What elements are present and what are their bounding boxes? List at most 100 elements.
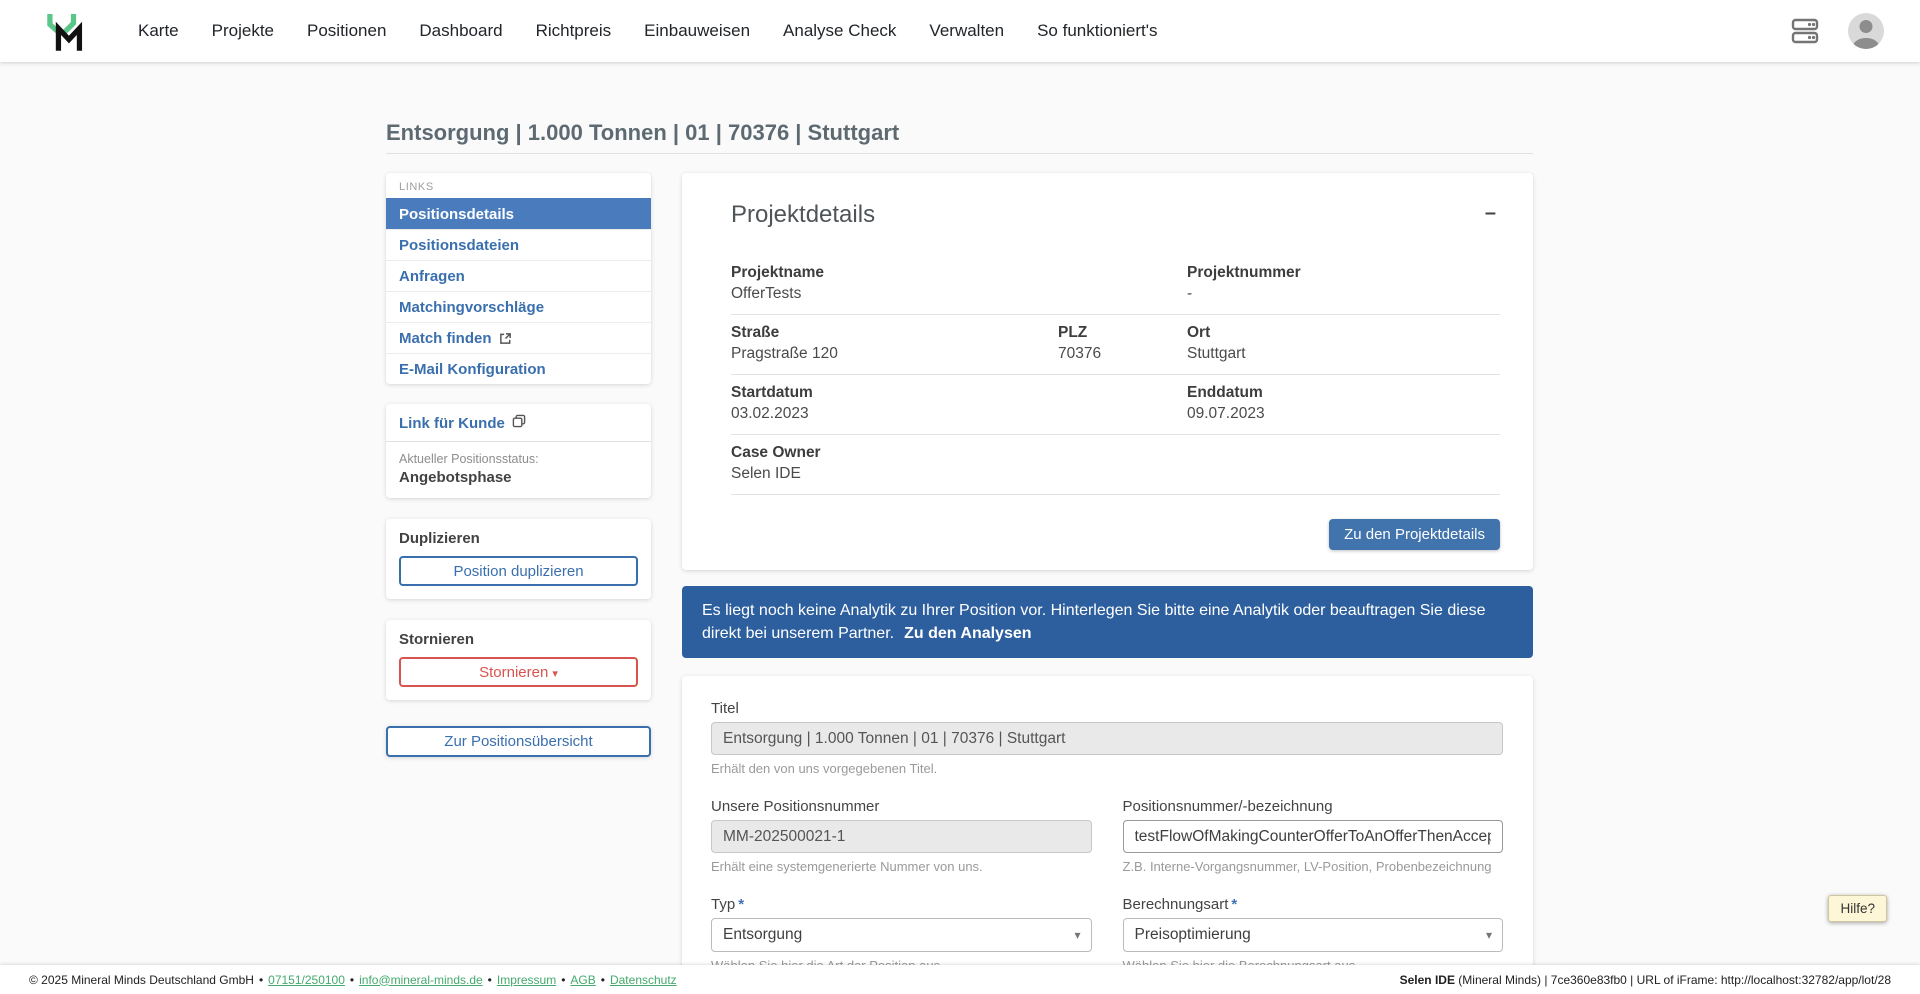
plz-label: PLZ (1058, 324, 1088, 341)
positionsbezeichnung-input[interactable] (1122, 820, 1503, 853)
case-owner-label: Case Owner (731, 444, 821, 461)
page-content: Entsorgung | 1.000 Tonnen | 01 | 70376 |… (386, 62, 1533, 994)
main-menu: Karte Projekte Positionen Dashboard Rich… (138, 21, 1158, 41)
go-to-project-details-button[interactable]: Zu den Projektdetails (1329, 519, 1500, 550)
cancel-card: Stornieren Stornieren ▾ (386, 620, 651, 700)
copy-icon (512, 414, 526, 432)
analytics-info-banner: Es liegt noch keine Analytik zu Ihrer Po… (682, 586, 1533, 658)
nav-item-analyse-check[interactable]: Analyse Check (783, 21, 896, 41)
footer-user-name: Selen IDE (1399, 972, 1455, 987)
typ-label: Typ * (711, 896, 745, 913)
customer-link-card: Link für Kunde Aktueller Positionsstatus… (386, 404, 651, 498)
project-details-title: Projektdetails (731, 201, 876, 228)
strasse-value: Pragstraße 120 (731, 345, 838, 362)
unsere-positionsnummer-helper: Erhält eine systemgenerierte Nummer von … (711, 859, 983, 874)
external-link-icon (499, 332, 512, 345)
positionsbezeichnung-label: Positionsnummer/-bezeichnung (1122, 798, 1333, 815)
footer-link-email[interactable]: info@mineral-minds.de (359, 973, 483, 987)
caret-down-icon: ▾ (552, 667, 558, 680)
duplicate-header: Duplizieren (399, 530, 480, 547)
sidebar-item-anfragen[interactable]: Anfragen (386, 260, 651, 291)
case-owner-value: Selen IDE (731, 465, 801, 482)
footer-session-info: Selen IDE (Mineral Minds) | 7ce360e83fb0… (1400, 973, 1891, 987)
sidebar: LINKS Positionsdetails Positionsdateien … (386, 173, 651, 757)
startdatum-value: 03.02.2023 (731, 405, 809, 422)
typ-select[interactable]: Entsorgung ▾ (711, 918, 1092, 952)
user-avatar-button[interactable] (1848, 13, 1884, 49)
titel-input (711, 722, 1503, 755)
card-reader-button[interactable] (1788, 14, 1822, 48)
projektnummer-label: Projektnummer (1187, 264, 1301, 281)
top-nav: Karte Projekte Positionen Dashboard Rich… (0, 0, 1920, 62)
table-row: Projektname OfferTests Projektnummer - (731, 255, 1500, 315)
titel-label: Titel (711, 700, 739, 717)
titel-helper: Erhält den von uns vorgegebenen Titel. (711, 761, 938, 776)
typ-select-value: Entsorgung (723, 926, 803, 943)
position-overview-button[interactable]: Zur Positionsübersicht (386, 726, 651, 757)
nav-item-projekte[interactable]: Projekte (212, 21, 274, 41)
duplicate-position-button[interactable]: Position duplizieren (399, 556, 638, 586)
projektname-value: OfferTests (731, 285, 802, 302)
customer-link[interactable]: Link für Kunde (399, 414, 526, 441)
nav-item-karte[interactable]: Karte (138, 21, 179, 41)
ort-value: Stuttgart (1187, 345, 1246, 362)
nav-right-actions (1788, 13, 1884, 49)
help-button[interactable]: Hilfe? (1828, 895, 1887, 922)
chevron-down-icon: ▾ (1485, 928, 1492, 942)
projektnummer-value: - (1187, 285, 1193, 302)
page-title: Entsorgung | 1.000 Tonnen | 01 | 70376 |… (386, 120, 900, 145)
berechnungsart-label: Berechnungsart * (1122, 896, 1238, 913)
project-details-table: Projektname OfferTests Projektnummer - S… (731, 255, 1500, 495)
nav-item-verwalten[interactable]: Verwalten (929, 21, 1004, 41)
projektname-label: Projektname (731, 264, 825, 281)
nav-item-so-funktionierts[interactable]: So funktioniert's (1037, 21, 1157, 41)
collapse-icon[interactable]: – (1481, 201, 1500, 225)
footer: © 2025 Mineral Minds Deutschland GmbH • … (0, 965, 1920, 994)
links-card: LINKS Positionsdetails Positionsdateien … (386, 173, 651, 384)
cancel-position-button[interactable]: Stornieren ▾ (399, 657, 638, 687)
positionsbezeichnung-helper: Z.B. Interne-Vorgangsnummer, LV-Position… (1122, 859, 1492, 874)
table-row: Startdatum 03.02.2023 Enddatum 09.07.202… (731, 375, 1500, 435)
footer-copyright: © 2025 Mineral Minds Deutschland GmbH (29, 972, 254, 987)
required-asterisk: * (1231, 896, 1238, 913)
position-status-label: Aktueller Positionsstatus: (399, 452, 539, 466)
logo-icon (47, 13, 83, 51)
title-divider (386, 153, 1533, 154)
project-details-card: Projektdetails – Projektname OfferTests … (682, 173, 1533, 570)
avatar-icon (1859, 20, 1873, 33)
table-row: Case Owner Selen IDE (731, 435, 1500, 495)
nav-item-einbauweisen[interactable]: Einbauweisen (644, 21, 750, 41)
footer-link-agb[interactable]: AGB (570, 973, 595, 987)
links-header: LINKS (399, 181, 434, 193)
go-to-analyses-link[interactable]: Zu den Analysen (904, 625, 1031, 642)
sidebar-item-positionsdetails[interactable]: Positionsdetails (386, 198, 651, 229)
sidebar-item-positionsdateien[interactable]: Positionsdateien (386, 229, 651, 260)
sidebar-item-match-finden[interactable]: Match finden (386, 322, 651, 353)
startdatum-label: Startdatum (731, 384, 813, 401)
nav-item-dashboard[interactable]: Dashboard (419, 21, 502, 41)
enddatum-value: 09.07.2023 (1187, 405, 1265, 422)
enddatum-label: Enddatum (1187, 384, 1263, 401)
mineral-minds-logo[interactable] (44, 7, 88, 55)
cancel-header: Stornieren (399, 631, 475, 648)
footer-link-phone[interactable]: 07151/250100 (268, 973, 345, 987)
sidebar-item-email-konfiguration[interactable]: E-Mail Konfiguration (386, 353, 651, 384)
berechnungsart-select[interactable]: Preisoptimierung ▾ (1122, 918, 1503, 952)
position-status-value: Angebotsphase (399, 469, 512, 486)
nav-item-richtpreis[interactable]: Richtpreis (536, 21, 612, 41)
card-reader-icon (1791, 18, 1819, 44)
main-column: Projektdetails – Projektname OfferTests … (682, 173, 1533, 994)
position-form-card: Titel Erhält den von uns vorgegebenen Ti… (682, 676, 1533, 994)
table-row: Straße Pragstraße 120 PLZ 70376 Ort Stut… (731, 315, 1500, 375)
footer-link-datenschutz[interactable]: Datenschutz (610, 973, 677, 987)
footer-left: © 2025 Mineral Minds Deutschland GmbH • … (29, 972, 677, 987)
banner-text: Es liegt noch keine Analytik zu Ihrer Po… (702, 602, 1486, 642)
nav-item-positionen[interactable]: Positionen (307, 21, 386, 41)
sidebar-item-matchingvorschlaege[interactable]: Matchingvorschläge (386, 291, 651, 322)
footer-link-impressum[interactable]: Impressum (497, 973, 556, 987)
unsere-positionsnummer-input (711, 820, 1092, 853)
ort-label: Ort (1187, 324, 1211, 341)
footer-session-details: (Mineral Minds) | 7ce360e83fb0 | URL of … (1454, 972, 1891, 987)
plz-value: 70376 (1058, 345, 1102, 362)
chevron-down-icon: ▾ (1074, 928, 1081, 942)
